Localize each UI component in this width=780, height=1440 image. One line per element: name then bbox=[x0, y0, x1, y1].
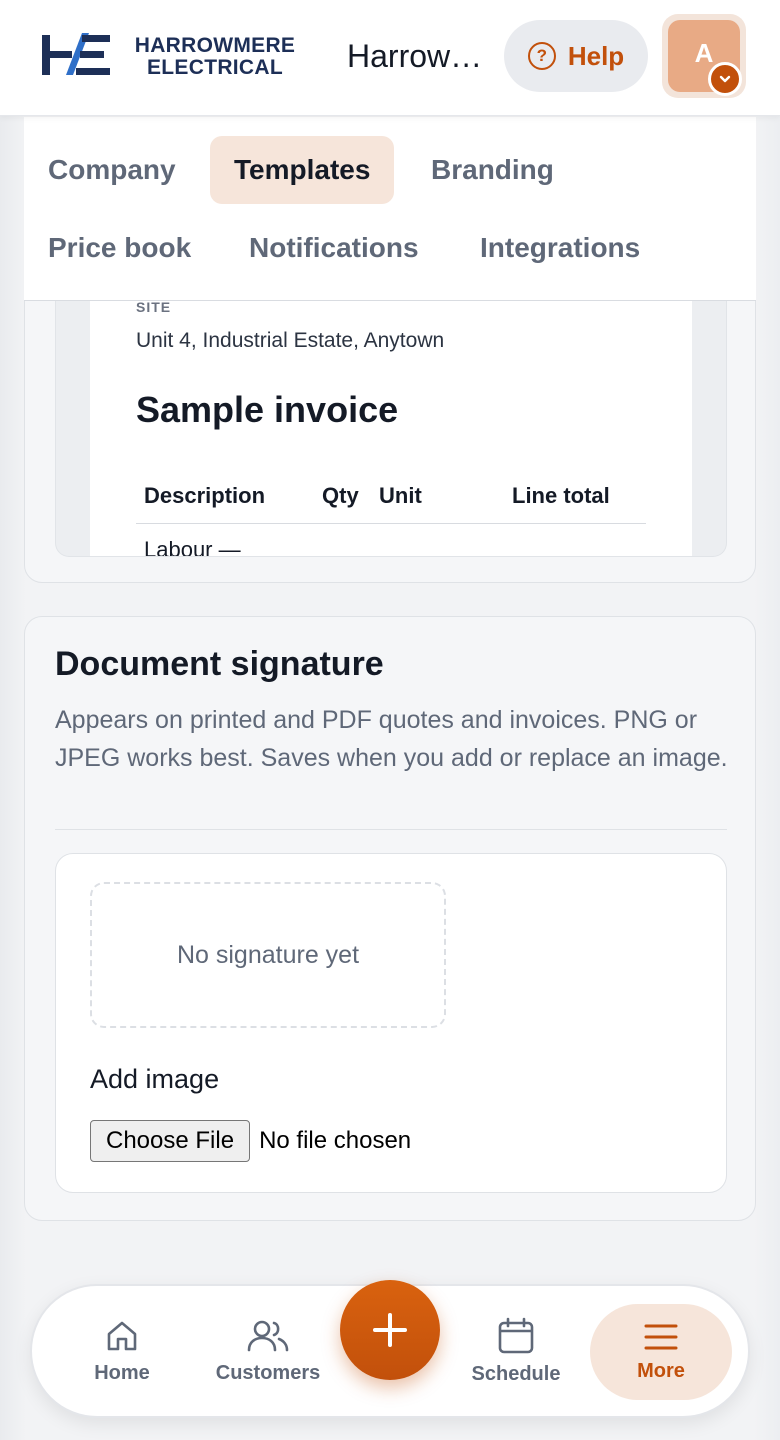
plus-icon bbox=[373, 1313, 407, 1347]
tab-branding[interactable]: Branding bbox=[407, 136, 578, 204]
settings-tabs: Company Templates Branding Price book No… bbox=[24, 117, 756, 301]
tab-price-book[interactable]: Price book bbox=[24, 214, 215, 282]
organisation-name[interactable]: Harrowmere Electrical bbox=[347, 36, 487, 76]
help-circle-icon: ? bbox=[527, 42, 556, 70]
app-header: HARROWMERE ELECTRICAL Harrowmere Electri… bbox=[0, 0, 780, 116]
help-button[interactable]: ? Help bbox=[504, 20, 648, 92]
calendar-icon bbox=[498, 1317, 534, 1353]
logo-line-1: HARROWMERE bbox=[134, 34, 296, 57]
choose-file-button[interactable]: Choose File bbox=[90, 1120, 251, 1162]
create-new-button[interactable] bbox=[340, 1280, 440, 1380]
column-header-description: Description bbox=[144, 483, 266, 508]
signature-placeholder: No signature yet bbox=[90, 882, 446, 1028]
tab-templates[interactable]: Templates bbox=[210, 136, 395, 204]
nav-schedule-label: Schedule bbox=[471, 1362, 561, 1385]
nav-customers-label: Customers bbox=[215, 1361, 321, 1384]
tab-integrations[interactable]: Integrations bbox=[456, 214, 664, 282]
section-title: Document signature bbox=[55, 645, 384, 683]
logo-wordmark: HARROWMERE ELECTRICAL bbox=[122, 35, 308, 79]
nav-more[interactable]: More bbox=[590, 1304, 732, 1400]
nav-more-label: More bbox=[637, 1359, 685, 1382]
menu-icon bbox=[644, 1324, 678, 1349]
column-header-line-total: Line total bbox=[512, 483, 610, 508]
company-logo[interactable]: HARROWMERE ELECTRICAL bbox=[40, 32, 306, 80]
tab-notifications[interactable]: Notifications bbox=[225, 214, 443, 282]
invoice-title: Sample invoice bbox=[136, 389, 399, 430]
table-header-divider bbox=[136, 523, 646, 524]
file-input[interactable]: Choose File No file chosen bbox=[90, 1120, 411, 1162]
logo-mark-icon bbox=[42, 33, 110, 75]
site-address: Unit 4, Industrial Estate, Anytown bbox=[136, 329, 445, 352]
help-label: Help bbox=[567, 40, 625, 71]
divider bbox=[55, 829, 727, 830]
section-description: Appears on printed and PDF quotes and in… bbox=[55, 706, 728, 772]
file-status: No file chosen bbox=[259, 1127, 412, 1154]
nav-home[interactable]: Home bbox=[62, 1286, 182, 1416]
tab-company[interactable]: Company bbox=[24, 136, 200, 204]
nav-customers[interactable]: Customers bbox=[204, 1286, 332, 1416]
column-header-unit: Unit bbox=[379, 483, 422, 508]
column-header-qty: Qty bbox=[322, 483, 359, 508]
signature-panel: No signature yet Add image Choose File N… bbox=[55, 853, 727, 1193]
home-icon bbox=[107, 1321, 137, 1350]
nav-schedule[interactable]: Schedule bbox=[456, 1286, 576, 1416]
site-label: SITE bbox=[136, 299, 172, 315]
account-menu-button[interactable]: A bbox=[662, 14, 746, 98]
document-signature-card: Document signature Appears on printed an… bbox=[24, 616, 756, 1221]
signature-empty-text: No signature yet bbox=[176, 940, 360, 969]
chevron-down-icon bbox=[708, 62, 742, 96]
users-icon bbox=[247, 1320, 289, 1351]
add-image-label: Add image bbox=[90, 1064, 220, 1094]
logo-line-2: ELECTRICAL bbox=[147, 56, 283, 79]
nav-home-label: Home bbox=[94, 1361, 150, 1384]
table-row-description: Labour — bbox=[144, 537, 241, 557]
